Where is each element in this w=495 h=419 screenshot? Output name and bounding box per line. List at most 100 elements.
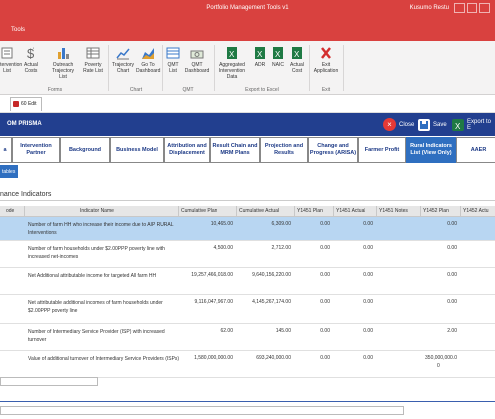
line-chart-icon <box>110 46 136 60</box>
tab-partial[interactable]: a <box>0 137 12 163</box>
outreach-trajectory-list-button[interactable]: Outreach Trajectory List <box>48 46 78 80</box>
cell-cumulative-actual: 4,145,267,174.00 <box>252 299 291 305</box>
footer-scrollbar[interactable] <box>0 406 404 415</box>
column-header-y1452-plan[interactable]: Y1452 Plan <box>423 208 449 214</box>
tab-background[interactable]: Background <box>60 137 110 163</box>
qmt-dashboard-button[interactable]: QMT Dashboard <box>183 46 211 74</box>
table-row[interactable]: Number of Intermediary Service Provider … <box>0 324 495 351</box>
document-tab-row: 60 Edit <box>0 95 495 113</box>
cell-cumulative-actual: 145.00 <box>275 328 291 334</box>
title-bar: Portfolio Management Tools v1 Kusumo Res… <box>0 0 495 17</box>
column-header-y1451-notes[interactable]: Y1451 Notes <box>379 208 408 214</box>
cell-indicator-name: Number of farm HH who increase their inc… <box>28 222 174 236</box>
actual-cost-button[interactable]: X Actual Cost <box>287 46 307 74</box>
horizontal-scrollbar[interactable] <box>0 377 98 386</box>
save-button[interactable]: Save <box>418 118 447 131</box>
footer-divider <box>0 401 495 402</box>
cell-y1451-actual: 0.00 <box>363 299 373 305</box>
table-row[interactable]: Net Additional attributable income for t… <box>0 268 495 295</box>
column-divider <box>24 206 25 217</box>
naic-button[interactable]: X NAIC <box>271 46 285 68</box>
excel-icon: X <box>287 46 307 60</box>
document-icon <box>13 101 19 107</box>
qmt-list-button[interactable]: QMT List <box>163 46 183 74</box>
close-window-button[interactable] <box>479 3 491 13</box>
cell-y1452-plan-wrap: 0 <box>437 363 440 369</box>
cell-cumulative-plan: 9,116,047,967.00 <box>194 299 233 305</box>
cell-y1451-plan: 0.00 <box>320 272 330 278</box>
area-chart-icon <box>136 46 160 60</box>
trajectory-chart-button[interactable]: Trajectory Chart <box>110 46 136 74</box>
cell-cumulative-plan: 19,257,466,018.00 <box>191 272 233 278</box>
column-header-cumulative-actual[interactable]: Cumulative Actual <box>239 208 279 214</box>
column-header-y1451-actual[interactable]: Y1451 Actual <box>336 208 365 214</box>
tab-attribution-displacement[interactable]: Attribution and Displacement <box>164 137 210 163</box>
window-controls <box>454 3 491 13</box>
poverty-rate-list-button[interactable]: Poverty Rate List <box>80 46 106 74</box>
export-button[interactable]: X Export to E <box>452 118 495 131</box>
group-label-qmt: QMT <box>182 87 194 93</box>
svg-text:X: X <box>275 50 281 59</box>
cell-y1451-actual: 0.00 <box>363 328 373 334</box>
bar-chart-icon <box>48 46 78 60</box>
tab-farmer-profit[interactable]: Farmer Profit <box>358 137 406 163</box>
tables-button[interactable]: tables <box>0 165 18 178</box>
aggregated-intervention-data-button[interactable]: X Aggregated Intervention Data <box>213 46 251 80</box>
adr-button[interactable]: X ADR <box>253 46 267 68</box>
maximize-button[interactable] <box>466 3 478 13</box>
column-divider <box>376 206 377 217</box>
cell-cumulative-actual: 9,640,156,220.00 <box>252 272 291 278</box>
actual-costs-button[interactable]: $ ' Actual Costs <box>20 46 42 74</box>
cell-cumulative-plan: 10,465.00 <box>210 221 233 227</box>
cell-y1451-plan: 0.00 <box>320 299 330 305</box>
column-header-cumulative-plan[interactable]: Cumulative Plan <box>181 208 217 214</box>
tab-aaer[interactable]: AAER <box>456 137 495 163</box>
table-icon <box>163 46 183 60</box>
table-icon <box>80 46 106 60</box>
cell-y1451-plan: 0.00 <box>320 328 330 334</box>
close-icon: × <box>383 118 396 131</box>
section-title: nance Indicators <box>0 191 52 198</box>
close-button[interactable]: × Close <box>383 118 414 131</box>
table-row[interactable]: Number of farm households under $2.00PPP… <box>0 241 495 268</box>
ribbon: Intervention List $' Actual Costs Outrea… <box>0 41 495 95</box>
svg-text:': ' <box>33 48 34 54</box>
tab-change-progress[interactable]: Change and Progress (ARISA) <box>308 137 358 163</box>
svg-text:X: X <box>294 50 300 59</box>
table-row[interactable]: Value of additional turnover of Intermed… <box>0 351 495 378</box>
column-header-y1452-actual[interactable]: Y1452 Actu <box>463 208 489 214</box>
table-row[interactable]: Net attributable additional incomes of f… <box>0 295 495 324</box>
group-label-chart: Chart <box>129 87 143 93</box>
document-tab[interactable]: 60 Edit <box>10 97 42 111</box>
tab-rural-indicators[interactable]: Rural Indicators List (View Only) <box>406 137 456 163</box>
cell-indicator-name: Value of additional turnover of Intermed… <box>28 356 180 362</box>
group-label-forms: Forms <box>47 87 63 93</box>
ribbon-tab-tools[interactable]: Tools <box>11 27 25 33</box>
cell-cumulative-actual: 693,240,000.00 <box>256 355 291 361</box>
column-header-y1451-plan[interactable]: Y1451 Plan <box>297 208 323 214</box>
tab-projection-results[interactable]: Projection and Results <box>260 137 308 163</box>
table-row[interactable]: Number of farm HH who increase their inc… <box>0 217 495 241</box>
intervention-list-button[interactable]: Intervention List <box>0 46 22 74</box>
user-name: Kusumo Restu <box>409 5 449 11</box>
dollar-icon: $ ' <box>20 46 42 61</box>
list-icon <box>0 46 18 60</box>
tab-business-model[interactable]: Business Model <box>110 137 164 163</box>
cell-y1451-actual: 0.00 <box>363 221 373 227</box>
cell-y1451-actual: 0.00 <box>363 272 373 278</box>
go-to-dashboard-button[interactable]: Go To Dashboard <box>136 46 160 74</box>
tab-intervention-partner[interactable]: Intervention Partner <box>12 137 60 163</box>
exit-application-button[interactable]: Exit Application <box>311 46 341 74</box>
tab-result-chain[interactable]: Result Chain and MRM Plans <box>210 137 260 163</box>
column-divider <box>236 206 237 217</box>
excel-icon: X <box>452 118 464 131</box>
app-window: { "window": {"title": "Portfolio Managem… <box>0 0 495 419</box>
column-header-code[interactable]: ode <box>6 208 14 214</box>
svg-text:X: X <box>229 50 235 59</box>
column-divider <box>333 206 334 217</box>
column-divider <box>420 206 421 217</box>
cell-y1452-plan: 2.00 <box>447 328 457 334</box>
money-icon <box>183 46 211 60</box>
column-header-indicator-name[interactable]: Indicator Name <box>80 208 114 214</box>
minimize-button[interactable] <box>454 3 465 13</box>
